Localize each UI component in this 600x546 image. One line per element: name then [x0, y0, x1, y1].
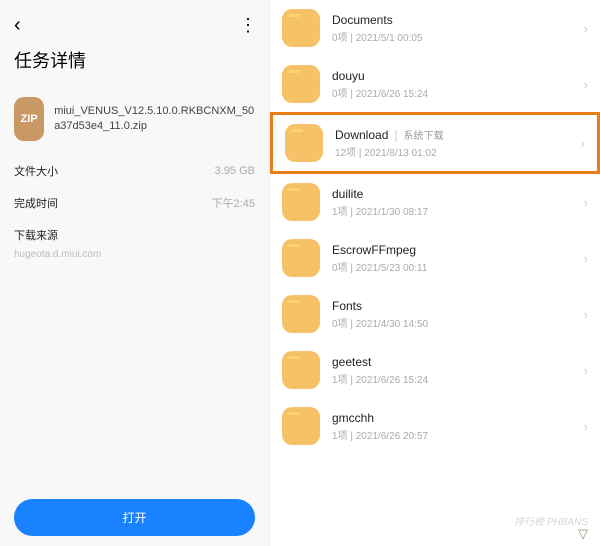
- chevron-right-icon: ›: [584, 195, 588, 210]
- folder-icon: [285, 124, 323, 162]
- folder-sub: 1项 | 2021/1/30 08:17: [332, 203, 572, 218]
- top-bar: ‹ ⋮: [14, 14, 255, 37]
- chevron-right-icon: ›: [584, 251, 588, 266]
- finish-time-value: 下午2:45: [212, 195, 255, 211]
- folder-name: gmcchh: [332, 411, 572, 425]
- folder-meta: duilite 1项 | 2021/1/30 08:17: [332, 187, 572, 218]
- file-size-row: 文件大小 3.95 GB: [14, 163, 255, 179]
- download-source-label: 下载来源: [14, 227, 255, 243]
- more-icon[interactable]: ⋮: [239, 15, 255, 36]
- chevron-right-icon: ›: [581, 136, 585, 151]
- folder-icon: [282, 295, 320, 333]
- task-details-panel: ‹ ⋮ 任务详情 ZIP miui_VENUS_V12.5.10.0.RKBCN…: [0, 0, 270, 546]
- folder-icon: [282, 65, 320, 103]
- folder-meta: gmcchh 1项 | 2021/6/26 20:57: [332, 411, 572, 442]
- back-icon[interactable]: ‹: [14, 14, 21, 37]
- folder-meta: douyu 0项 | 2021/6/26 15:24: [332, 69, 572, 100]
- folder-item[interactable]: gmcchh 1项 | 2021/6/26 20:57 ›: [270, 398, 600, 454]
- folder-sub: 1项 | 2021/6/26 20:57: [332, 427, 572, 442]
- folder-sub: 12项 | 2021/8/13 01:02: [335, 144, 569, 159]
- chevron-right-icon: ›: [584, 21, 588, 36]
- folder-item[interactable]: douyu 0项 | 2021/6/26 15:24 ›: [270, 56, 600, 112]
- open-button[interactable]: 打开: [14, 499, 255, 536]
- zip-icon: ZIP: [14, 97, 44, 141]
- folder-icon: [282, 9, 320, 47]
- folder-name: Fonts: [332, 299, 572, 313]
- filename: miui_VENUS_V12.5.10.0.RKBCNXM_50a37d53e4…: [54, 104, 255, 135]
- finish-time-label: 完成时间: [14, 195, 58, 211]
- filter-icon[interactable]: ▽: [578, 526, 588, 542]
- folder-item[interactable]: Download|系统下载 12项 | 2021/8/13 01:02 ›: [270, 112, 600, 174]
- folder-meta: Documents 0项 | 2021/5/1 00:05: [332, 13, 572, 44]
- chevron-right-icon: ›: [584, 419, 588, 434]
- folder-icon: [282, 183, 320, 221]
- finish-time-row: 完成时间 下午2:45: [14, 195, 255, 211]
- folder-meta: Fonts 0项 | 2021/4/30 14:50: [332, 299, 572, 330]
- folder-item[interactable]: Fonts 0项 | 2021/4/30 14:50 ›: [270, 286, 600, 342]
- folder-list[interactable]: Documents 0项 | 2021/5/1 00:05 › douyu 0项…: [270, 0, 600, 546]
- folder-sub: 0项 | 2021/4/30 14:50: [332, 315, 572, 330]
- folder-name: Documents: [332, 13, 572, 27]
- folder-icon: [282, 239, 320, 277]
- folder-name: douyu: [332, 69, 572, 83]
- folder-name: geetest: [332, 355, 572, 369]
- file-size-label: 文件大小: [14, 163, 58, 179]
- folder-icon: [282, 407, 320, 445]
- folder-item[interactable]: duilite 1项 | 2021/1/30 08:17 ›: [270, 174, 600, 230]
- folder-name: EscrowFFmpeg: [332, 243, 572, 257]
- divider: |: [394, 128, 397, 142]
- folder-sub: 0项 | 2021/6/26 15:24: [332, 85, 572, 100]
- folder-item[interactable]: Documents 0项 | 2021/5/1 00:05 ›: [270, 0, 600, 56]
- file-size-value: 3.95 GB: [215, 165, 255, 177]
- file-row: ZIP miui_VENUS_V12.5.10.0.RKBCNXM_50a37d…: [14, 97, 255, 141]
- folder-sub: 0项 | 2021/5/1 00:05: [332, 29, 572, 44]
- download-source-value: hugeota.d.miui.com: [14, 249, 255, 260]
- watermark: 排行榜 PHBANS: [514, 518, 588, 528]
- folder-sub: 1项 | 2021/6/26 15:24: [332, 371, 572, 386]
- chevron-right-icon: ›: [584, 77, 588, 92]
- folder-meta: Download|系统下载 12项 | 2021/8/13 01:02: [335, 127, 569, 159]
- folder-item[interactable]: EscrowFFmpeg 0项 | 2021/5/23 00:11 ›: [270, 230, 600, 286]
- folder-meta: geetest 1项 | 2021/6/26 15:24: [332, 355, 572, 386]
- folder-name: duilite: [332, 187, 572, 201]
- folder-sub: 0项 | 2021/5/23 00:11: [332, 259, 572, 274]
- folder-tag: 系统下载: [404, 127, 444, 142]
- page-title: 任务详情: [14, 47, 255, 73]
- folder-item[interactable]: geetest 1项 | 2021/6/26 15:24 ›: [270, 342, 600, 398]
- chevron-right-icon: ›: [584, 363, 588, 378]
- folder-meta: EscrowFFmpeg 0项 | 2021/5/23 00:11: [332, 243, 572, 274]
- folder-name: Download|系统下载: [335, 127, 569, 142]
- folder-icon: [282, 351, 320, 389]
- chevron-right-icon: ›: [584, 307, 588, 322]
